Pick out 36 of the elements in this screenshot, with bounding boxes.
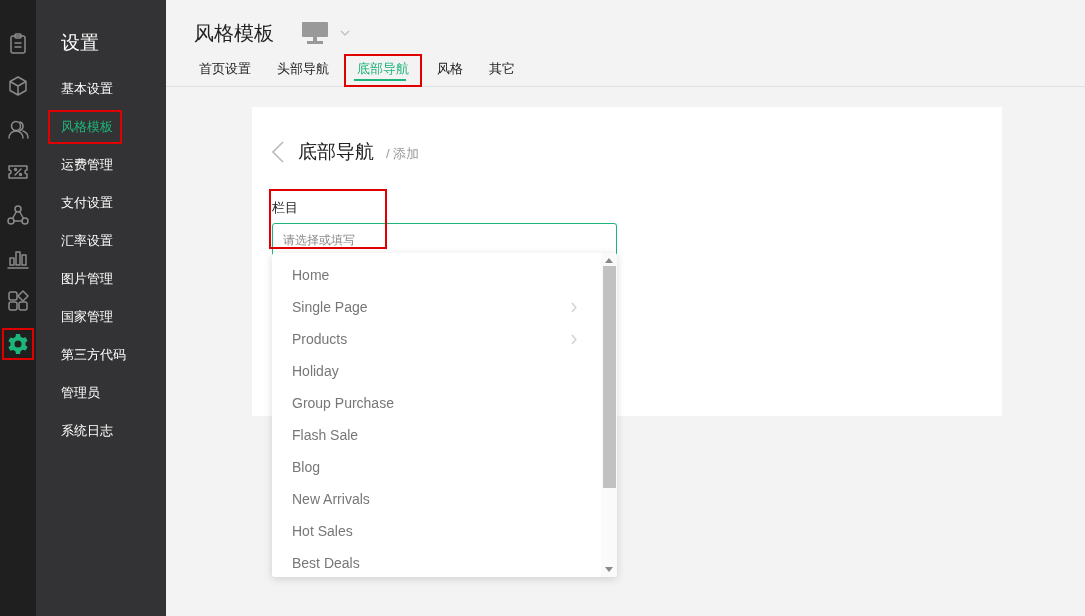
chevron-right-icon (571, 333, 577, 345)
sidebar-item[interactable]: 汇率设置 (48, 224, 122, 258)
sidebar-item[interactable]: 系统日志 (48, 414, 122, 448)
dropdown-option[interactable]: Home (272, 259, 601, 291)
sidebar-item[interactable]: 风格模板 (48, 110, 122, 144)
sidebar-item[interactable]: 国家管理 (48, 300, 122, 334)
dropdown-option[interactable]: New Arrivals (272, 483, 601, 515)
scroll-thumb[interactable] (602, 266, 616, 488)
dropdown-option[interactable]: Single Page (272, 291, 601, 323)
dropdown-option[interactable]: Hot Sales (272, 515, 601, 547)
sidebar-item[interactable]: 支付设置 (48, 186, 122, 220)
tab[interactable]: 其它 (478, 54, 526, 87)
dropdown-option[interactable]: Flash Sale (272, 419, 601, 451)
dropdown-option[interactable]: Blog (272, 451, 601, 483)
back-icon[interactable] (272, 141, 284, 163)
scrollbar[interactable] (601, 253, 617, 577)
settings-icon[interactable] (2, 328, 34, 360)
monitor-icon[interactable] (302, 22, 328, 44)
field-label: 栏目 (272, 199, 299, 217)
tab[interactable]: 风格 (426, 54, 474, 87)
scroll-down-icon[interactable] (605, 567, 613, 572)
page-title: 风格模板 (194, 20, 274, 46)
breadcrumb: / 添加 (386, 145, 420, 163)
sidebar-item[interactable]: 运费管理 (48, 148, 122, 182)
sidebar-title: 设置 (60, 31, 100, 55)
form-title: 底部导航 (298, 140, 374, 164)
dropdown-option[interactable]: Products (272, 323, 601, 355)
tab[interactable]: 头部导航 (266, 54, 340, 87)
sidebar-item[interactable]: 图片管理 (48, 262, 122, 296)
tab[interactable]: 首页设置 (188, 54, 262, 87)
sidebar-item[interactable]: 管理员 (48, 376, 122, 410)
dropdown-option[interactable]: Holiday (272, 355, 601, 387)
chevron-right-icon (571, 301, 577, 313)
sidebar-item[interactable]: 基本设置 (48, 72, 122, 106)
dropdown-option[interactable]: Group Purchase (272, 387, 601, 419)
dropdown-option[interactable]: Best Deals (272, 547, 601, 577)
